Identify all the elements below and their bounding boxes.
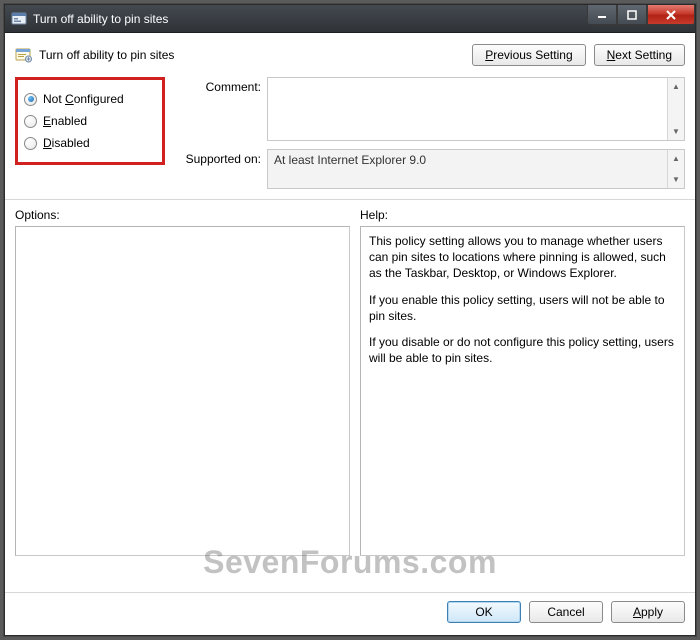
radio-label: Disabled [43,136,90,150]
header-row: Turn off ability to pin sites Previous S… [15,43,685,67]
supported-on-field: At least Internet Explorer 9.0 ▲ ▼ [267,149,685,189]
comment-field[interactable]: ▲ ▼ [267,77,685,141]
ok-label: OK [475,605,492,619]
separator [5,199,695,200]
apply-label: pply [641,605,663,619]
options-label: Options: [15,208,350,222]
client-area: Turn off ability to pin sites Previous S… [5,33,695,635]
close-button[interactable] [647,5,695,25]
previous-setting-button[interactable]: Previous Setting [472,44,585,66]
scroll-down-button[interactable]: ▼ [668,123,684,140]
title-bar[interactable]: Turn off ability to pin sites [5,5,695,33]
policy-icon [15,46,33,64]
scroll-up-button[interactable]: ▲ [668,150,684,167]
next-setting-button[interactable]: Next Setting [594,44,685,66]
chevron-up-icon: ▲ [672,83,680,91]
apply-button[interactable]: Apply [611,601,685,623]
cancel-button[interactable]: Cancel [529,601,603,623]
supported-on-text: At least Internet Explorer 9.0 [268,150,667,188]
panel-labels: Options: Help: [15,208,685,222]
prev-label: revious Setting [493,48,572,62]
comment-label: Comment: [171,77,261,94]
maximize-button[interactable] [617,5,647,25]
chevron-down-icon: ▼ [672,176,680,184]
ok-button[interactable]: OK [447,601,521,623]
nav-buttons: Previous Setting Next Setting [472,44,685,66]
chevron-up-icon: ▲ [672,155,680,163]
state-radio-group: Not Configured Enabled Disabled [15,77,165,165]
policy-name: Turn off ability to pin sites [39,48,472,62]
radio-icon [24,93,37,106]
radio-icon [24,115,37,128]
chevron-down-icon: ▼ [672,128,680,136]
radio-not-configured[interactable]: Not Configured [24,88,156,110]
help-label: Help: [360,208,685,222]
next-accel: N [607,48,616,62]
system-icon [11,11,27,27]
radio-label: Enabled [43,114,87,128]
radio-enabled[interactable]: Enabled [24,110,156,132]
scroll-down-button[interactable]: ▼ [668,171,684,188]
minimize-button[interactable] [587,5,617,25]
radio-icon [24,137,37,150]
top-grid: Not Configured Enabled Disabled Comment:… [15,77,685,189]
comment-scrollbar[interactable]: ▲ ▼ [667,78,684,140]
radio-label: Not Configured [43,92,124,106]
options-panel [15,226,350,556]
radio-disabled[interactable]: Disabled [24,132,156,154]
help-panel: This policy setting allows you to manage… [360,226,685,556]
apply-accel: A [633,605,641,619]
dialog-buttons: OK Cancel Apply [15,601,685,625]
supported-label: Supported on: [171,149,261,166]
window-title: Turn off ability to pin sites [33,12,168,26]
comment-text[interactable] [268,78,667,140]
minimize-icon [597,10,607,20]
cancel-label: Cancel [547,605,584,619]
scroll-up-button[interactable]: ▲ [668,78,684,95]
dialog-window: Turn off ability to pin sites [4,4,696,636]
panels: This policy setting allows you to manage… [15,226,685,582]
supported-scrollbar[interactable]: ▲ ▼ [667,150,684,188]
help-paragraph: If you enable this policy setting, users… [369,292,676,324]
help-paragraph: If you disable or do not configure this … [369,334,676,366]
maximize-icon [627,10,637,20]
separator [5,592,695,593]
help-paragraph: This policy setting allows you to manage… [369,233,676,282]
window-controls [587,5,695,25]
next-label: ext Setting [615,48,672,62]
close-icon [665,10,677,20]
